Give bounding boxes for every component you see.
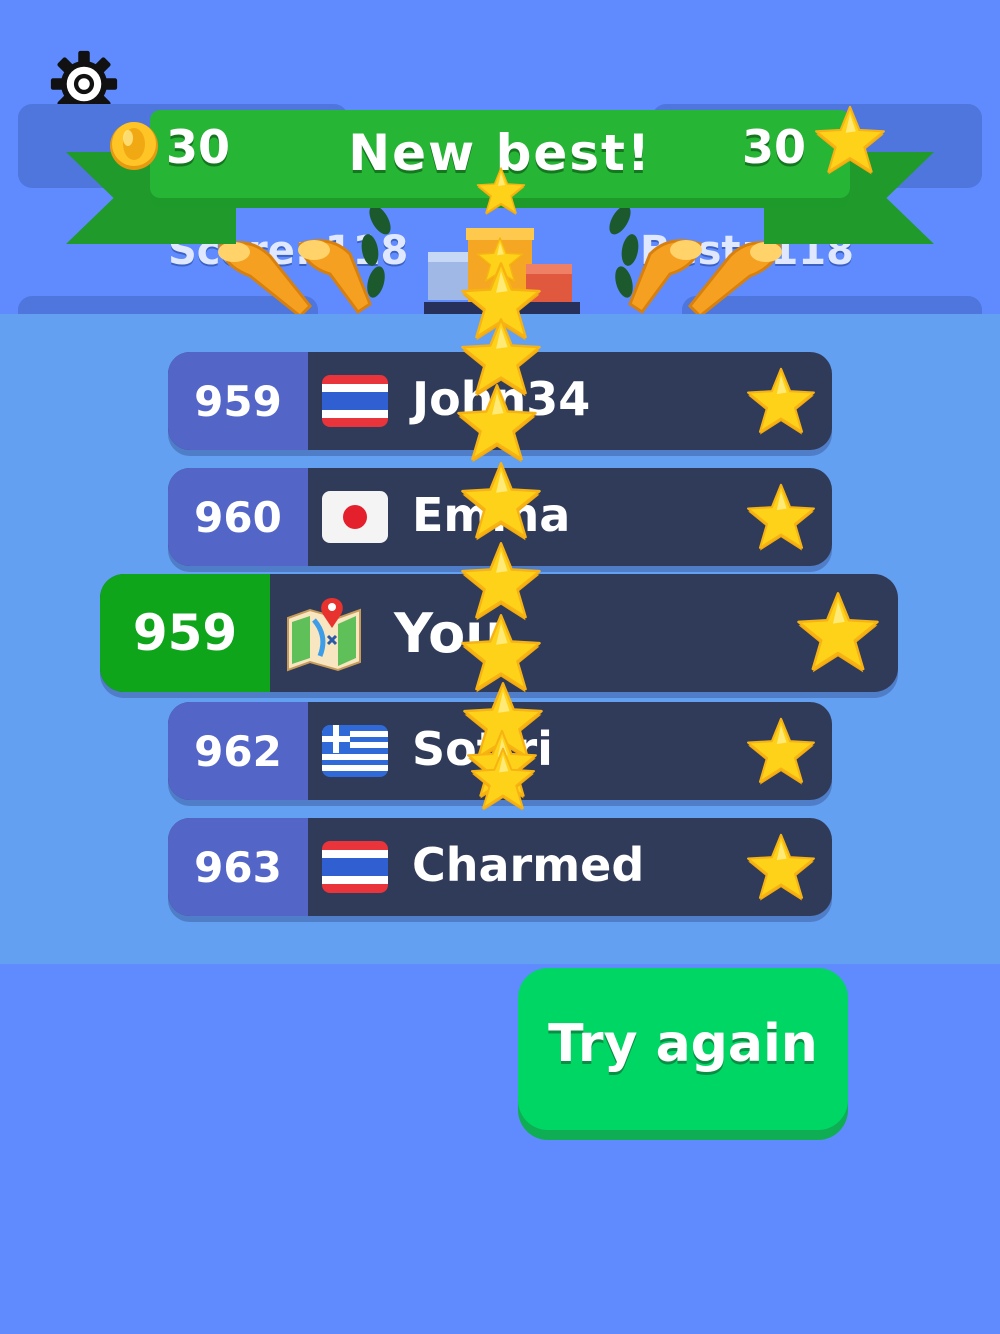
try-again-label: Try again (548, 1014, 818, 1074)
rank-number: 959 (168, 352, 308, 450)
star-icon (746, 832, 816, 902)
star-icon (460, 540, 542, 622)
star-icon (460, 460, 542, 542)
star-icon (814, 104, 886, 176)
player-name: Charmed (412, 838, 645, 892)
japan-flag-icon (322, 491, 388, 543)
rank-number: 960 (168, 468, 308, 566)
rank-number: 963 (168, 818, 308, 916)
star-icon (456, 382, 538, 464)
star-icon (470, 746, 536, 812)
star-icon (746, 716, 816, 786)
star-icon (796, 590, 880, 674)
rank-number: 959 (100, 574, 270, 692)
leaderboard-row: 963 Charmed (168, 818, 832, 916)
star-count: 30 (742, 120, 807, 174)
try-again-button[interactable]: Try again (518, 968, 848, 1130)
coin-count: 30 (166, 120, 231, 174)
star-icon (476, 166, 526, 216)
star-icon (746, 366, 816, 436)
coin-icon (110, 122, 158, 170)
greece-flag-icon (322, 725, 388, 777)
star-icon (746, 482, 816, 552)
thailand-flag-icon (322, 375, 388, 427)
map-icon (287, 598, 361, 672)
thailand-flag-icon (322, 841, 388, 893)
rank-number: 962 (168, 702, 308, 800)
